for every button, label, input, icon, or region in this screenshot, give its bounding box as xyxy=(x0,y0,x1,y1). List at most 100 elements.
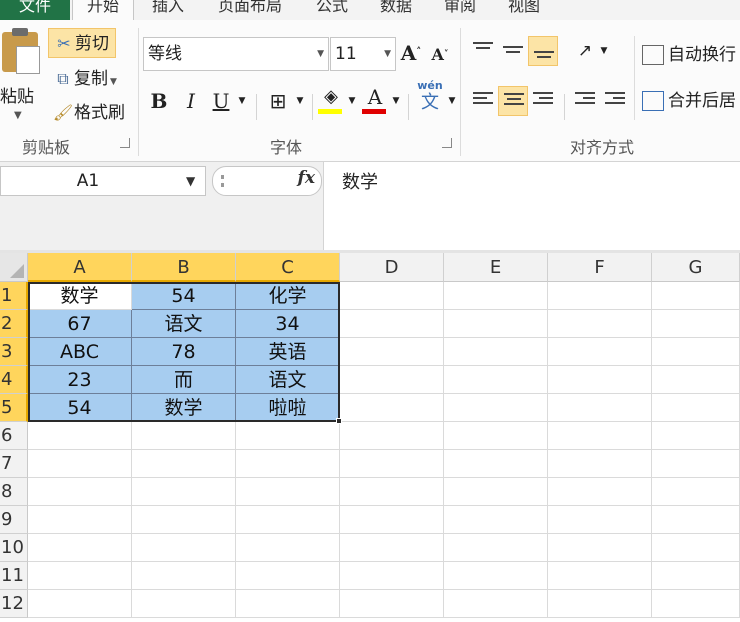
cell[interactable] xyxy=(340,534,444,562)
bold-button[interactable]: B xyxy=(148,86,170,116)
chevron-down-icon[interactable]: ▼ xyxy=(598,36,610,66)
increase-indent-icon[interactable] xyxy=(600,86,630,116)
cell[interactable] xyxy=(548,562,652,590)
font-name-select[interactable]: 等线 ▼ xyxy=(143,37,329,71)
cell[interactable] xyxy=(132,534,236,562)
cell[interactable] xyxy=(652,394,740,422)
cell[interactable]: 67 xyxy=(28,310,132,338)
cell[interactable] xyxy=(340,338,444,366)
phonetic-guide-button[interactable]: wén 文 xyxy=(414,80,446,120)
fill-handle[interactable] xyxy=(336,418,342,424)
fill-color-bucket-icon[interactable]: ◈ xyxy=(318,82,344,116)
cell[interactable] xyxy=(548,450,652,478)
tab-insert[interactable]: 插入 xyxy=(150,0,186,20)
cell[interactable] xyxy=(28,562,132,590)
cell[interactable] xyxy=(340,590,444,618)
row-header[interactable]: 10 xyxy=(0,534,28,562)
column-header[interactable]: B xyxy=(132,253,236,282)
cell[interactable] xyxy=(340,394,444,422)
cell[interactable] xyxy=(444,478,548,506)
column-header[interactable]: E xyxy=(444,253,548,282)
tab-file[interactable]: 文件 xyxy=(0,0,70,20)
cell[interactable] xyxy=(236,562,340,590)
decrease-font-size-icon[interactable]: A˅ xyxy=(430,40,450,70)
cell[interactable] xyxy=(652,310,740,338)
column-header[interactable]: D xyxy=(340,253,444,282)
tab-page-layout[interactable]: 页面布局 xyxy=(214,0,286,20)
cell[interactable]: ABC xyxy=(28,338,132,366)
cell[interactable]: 语文 xyxy=(236,366,340,394)
cell[interactable]: 语文 xyxy=(132,310,236,338)
cell[interactable] xyxy=(28,450,132,478)
cell[interactable] xyxy=(132,506,236,534)
cell[interactable]: 化学 xyxy=(236,282,340,310)
cut-button[interactable]: ✂ 剪切 xyxy=(48,28,116,58)
clipboard-dialog-launcher-icon[interactable] xyxy=(120,138,130,148)
cell[interactable] xyxy=(236,534,340,562)
font-dialog-launcher-icon[interactable] xyxy=(442,138,452,148)
cell[interactable] xyxy=(652,590,740,618)
column-header[interactable]: F xyxy=(548,253,652,282)
text-orientation-icon[interactable]: ↗ xyxy=(572,36,598,66)
cell[interactable] xyxy=(236,478,340,506)
worksheet-grid[interactable]: A B C D E F G 1 数学 54 化学 2 67 语文 34 3 ABC 78 英语 4 23 而语文 5 54 数学… xyxy=(0,253,740,622)
paste-button[interactable]: 粘贴 ▼ xyxy=(0,24,44,124)
name-box[interactable]: A1 xyxy=(0,166,206,196)
font-size-select[interactable]: 11 ▼ xyxy=(330,37,396,71)
cell[interactable] xyxy=(652,422,740,450)
row-header[interactable]: 9 xyxy=(0,506,28,534)
cell[interactable]: 英语 xyxy=(236,338,340,366)
cell[interactable] xyxy=(340,282,444,310)
cell[interactable] xyxy=(652,506,740,534)
cell[interactable] xyxy=(236,422,340,450)
underline-button[interactable]: U xyxy=(210,86,232,116)
cell[interactable] xyxy=(652,534,740,562)
cell[interactable] xyxy=(548,338,652,366)
decrease-indent-icon[interactable] xyxy=(570,86,600,116)
cell[interactable] xyxy=(548,590,652,618)
cell[interactable] xyxy=(444,562,548,590)
cell[interactable]: 而 xyxy=(132,366,236,394)
cell[interactable] xyxy=(28,506,132,534)
cell[interactable] xyxy=(548,366,652,394)
resize-handle-icon[interactable] xyxy=(221,175,231,187)
row-header[interactable]: 4 xyxy=(0,366,28,394)
cell[interactable] xyxy=(28,590,132,618)
cell[interactable] xyxy=(340,478,444,506)
chevron-down-icon[interactable]: ▼ xyxy=(294,86,306,116)
select-all-button[interactable] xyxy=(0,253,28,282)
cell[interactable]: 78 xyxy=(132,338,236,366)
cell[interactable] xyxy=(132,562,236,590)
chevron-down-icon[interactable]: ▼ xyxy=(236,86,248,116)
align-left-icon[interactable] xyxy=(468,86,498,116)
cell[interactable]: 啦啦 xyxy=(236,394,340,422)
column-header[interactable]: A xyxy=(28,253,132,282)
row-header[interactable]: 11 xyxy=(0,562,28,590)
row-header[interactable]: 5 xyxy=(0,394,28,422)
row-header[interactable]: 8 xyxy=(0,478,28,506)
merge-center-button[interactable]: 合并后居 xyxy=(642,86,736,116)
cell[interactable] xyxy=(444,394,548,422)
cell[interactable] xyxy=(548,506,652,534)
cell[interactable] xyxy=(340,506,444,534)
cell[interactable] xyxy=(340,562,444,590)
cell[interactable] xyxy=(340,310,444,338)
cell[interactable] xyxy=(444,422,548,450)
cell[interactable] xyxy=(548,394,652,422)
cell[interactable] xyxy=(548,422,652,450)
column-header[interactable]: G xyxy=(652,253,740,282)
top-align-icon[interactable] xyxy=(468,36,498,66)
insert-function-button[interactable]: fx xyxy=(298,168,315,188)
tab-view[interactable]: 视图 xyxy=(506,0,542,20)
cell[interactable] xyxy=(236,450,340,478)
cell[interactable] xyxy=(132,450,236,478)
cell[interactable]: 54 xyxy=(28,394,132,422)
cell[interactable] xyxy=(132,590,236,618)
cell[interactable] xyxy=(652,366,740,394)
cell[interactable] xyxy=(548,534,652,562)
chevron-down-icon[interactable]: ▼ xyxy=(446,86,458,116)
cell[interactable]: 数学 xyxy=(132,394,236,422)
cell[interactable] xyxy=(236,590,340,618)
cell[interactable] xyxy=(28,534,132,562)
bottom-align-icon[interactable] xyxy=(528,36,558,66)
